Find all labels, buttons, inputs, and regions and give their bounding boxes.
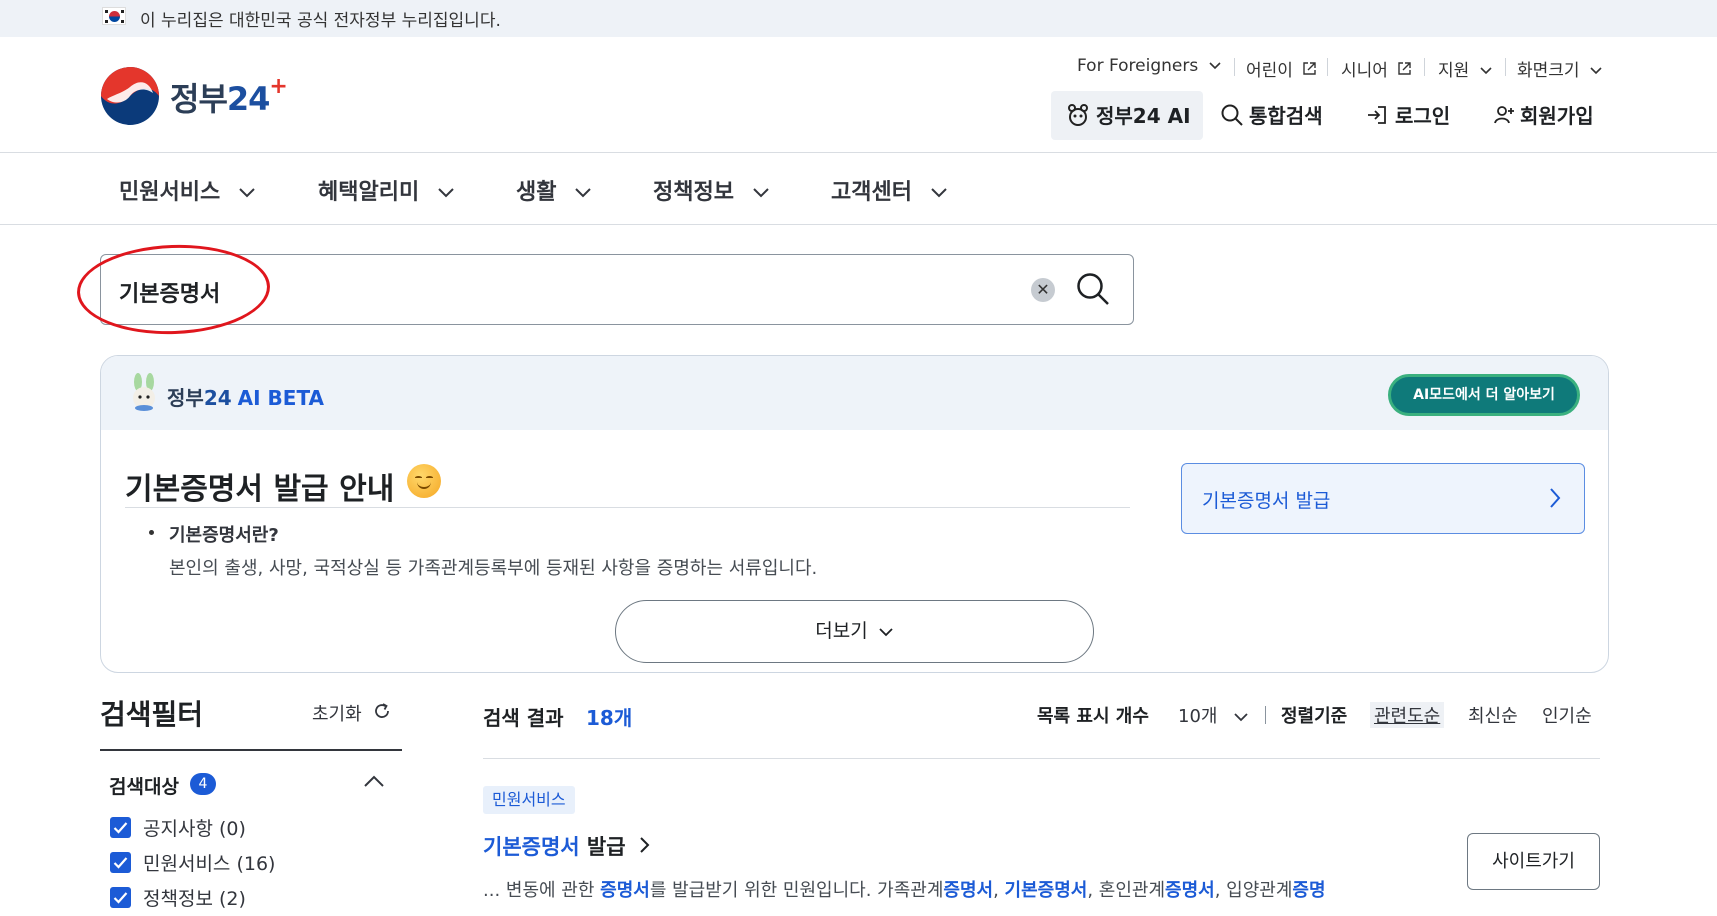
desc-highlight: 기본증명서: [1004, 880, 1088, 901]
ai-answer-title: 기본증명서 발급 안내: [125, 472, 395, 507]
integrated-search-button[interactable]: 통합검색: [1249, 100, 1323, 129]
chevron-down-icon: [1234, 713, 1248, 722]
chevron-down-icon: [879, 628, 893, 637]
gnb-civil-service[interactable]: 민원서비스: [119, 174, 256, 206]
filter-label-policy-info[interactable]: 정책정보 (2): [143, 884, 246, 911]
filter-label-notice[interactable]: 공지사항 (0): [143, 814, 246, 841]
login-icon: [1368, 106, 1386, 124]
check-icon: [113, 857, 128, 869]
signup-button[interactable]: 회원가입: [1520, 100, 1594, 129]
ai-mode-button[interactable]: AI모드에서 더 알아보기: [1388, 374, 1580, 416]
chevron-down-icon: [752, 188, 769, 198]
ai-logo-text: 정부24 AI BETA: [167, 386, 325, 410]
ai-answer-text: 본인의 출생, 사망, 국적상실 등 가족관계등록부에 등재된 사항을 증명하는…: [169, 558, 818, 579]
results-label: 검색 결과: [483, 706, 564, 730]
list-count-select[interactable]: 10개: [1178, 702, 1249, 728]
gnb-policy-info[interactable]: 정책정보: [653, 174, 770, 206]
search-target-count-badge: 4: [190, 773, 216, 795]
filter-divider: [100, 749, 402, 751]
result-title-link[interactable]: 기본증명서 발급: [483, 831, 651, 861]
chevron-down-icon: [438, 188, 454, 198]
ai-mascot-icon: [1068, 104, 1088, 126]
search-submit-icon[interactable]: [1075, 271, 1111, 307]
chevron-down-icon: [1590, 67, 1602, 75]
desc-highlight: 증명서: [600, 880, 650, 901]
filter-title: 검색필터: [100, 698, 204, 731]
refresh-icon: [375, 703, 390, 718]
util-support[interactable]: 지원: [1438, 56, 1493, 81]
site-go-button[interactable]: 사이트가기: [1467, 833, 1600, 890]
result-category-tag: 민원서비스: [483, 786, 575, 814]
smiling-emoji-icon: [407, 464, 441, 498]
logo-text[interactable]: 정부24+: [170, 74, 288, 120]
clear-search-icon[interactable]: ✕: [1031, 278, 1055, 302]
util-senior[interactable]: 시니어: [1341, 56, 1412, 81]
chevron-right-icon: [1550, 488, 1561, 508]
header-divider: [0, 152, 1717, 153]
desc-text: ... 변동에 관한: [483, 880, 601, 901]
desc-text: 를 발급받기 위한 민원입니다. 가족관계: [649, 880, 944, 901]
government-logo-icon[interactable]: [99, 65, 161, 127]
sort-option-latest[interactable]: 최신순: [1468, 702, 1518, 728]
sort-option-relevance[interactable]: 관련도순: [1370, 702, 1445, 728]
check-icon: [113, 822, 128, 834]
ai-mascot-rabbit-icon: [133, 373, 155, 411]
login-button[interactable]: 로그인: [1395, 100, 1450, 129]
desc-highlight: 증명: [1292, 880, 1326, 901]
sort-label: 정렬기준: [1281, 706, 1348, 727]
issue-certificate-card[interactable]: 기본증명서 발급: [1181, 463, 1585, 534]
sort-option-popular[interactable]: 인기순: [1542, 702, 1592, 728]
desc-highlight: 증명서: [943, 880, 994, 901]
results-count: 18개: [586, 706, 633, 730]
gnb-benefit-alert[interactable]: 혜택알리미: [318, 174, 455, 206]
desc-text: , 혼인관계: [1087, 880, 1166, 901]
search-icon: [1221, 104, 1243, 126]
gnb-life[interactable]: 생활: [516, 174, 592, 206]
chevron-down-icon: [239, 188, 255, 198]
chevron-down-icon: [1480, 67, 1492, 75]
result-description: ... 변동에 관한 증명서를 발급받기 위한 민원입니다. 가족관계증명서, …: [483, 876, 1326, 902]
chevron-down-icon: [1209, 62, 1221, 70]
chevron-down-icon: [575, 188, 591, 198]
gov24-ai-label[interactable]: 정부24 AI: [1096, 100, 1191, 129]
desc-text: , 입양관계: [1214, 880, 1293, 901]
external-link-icon: [1398, 62, 1412, 75]
filter-checkbox-notice[interactable]: [110, 817, 131, 838]
ai-panel-header: 정부24 AI BETA AI모드에서 더 알아보기: [101, 356, 1608, 430]
ai-title-divider: [125, 507, 1130, 508]
bullet-icon: [149, 530, 154, 535]
more-button[interactable]: 더보기: [615, 600, 1094, 663]
chevron-up-icon[interactable]: [363, 774, 385, 788]
chevron-down-icon: [930, 188, 947, 198]
search-target-label: 검색대상: [109, 776, 179, 798]
ai-answer-panel: 정부24 AI BETA AI모드에서 더 알아보기 기본증명서 발급 안내 기본…: [100, 355, 1609, 673]
desc-text: ,: [993, 880, 1005, 901]
issue-card-label: 기본증명서 발급: [1202, 490, 1331, 512]
filter-checkbox-civil-service[interactable]: [110, 852, 131, 873]
check-icon: [113, 892, 128, 904]
gov-banner-text[interactable]: 이 누리집은 대한민국 공식 전자정부 누리집입니다.: [140, 6, 501, 31]
filter-label-civil-service[interactable]: 민원서비스 (16): [143, 849, 275, 876]
list-count-label: 목록 표시 개수: [1037, 706, 1149, 727]
gnb-customer-center[interactable]: 고객센터: [831, 174, 948, 206]
util-children[interactable]: 어린이: [1246, 56, 1317, 81]
chevron-right-icon: [640, 837, 650, 853]
logo-text-main: 정부: [170, 80, 228, 118]
gov-banner: 이 누리집은 대한민국 공식 전자정부 누리집입니다.: [0, 0, 1717, 37]
desc-highlight: 증명서: [1165, 880, 1215, 901]
gnb-divider: [0, 224, 1717, 225]
ai-question: 기본증명서란?: [169, 525, 279, 546]
filter-reset-button[interactable]: 초기화: [312, 700, 391, 726]
util-screen-size[interactable]: 화면크기: [1517, 56, 1603, 81]
logo-text-num: 24: [226, 80, 271, 118]
results-divider: [483, 758, 1600, 759]
filter-checkbox-policy-info[interactable]: [110, 887, 131, 908]
util-for-foreigners[interactable]: For Foreigners: [1077, 56, 1222, 76]
korea-flag-icon: [102, 7, 126, 25]
sort-divider: [1265, 706, 1266, 724]
external-link-icon: [1303, 62, 1317, 75]
user-add-icon: [1494, 106, 1514, 124]
